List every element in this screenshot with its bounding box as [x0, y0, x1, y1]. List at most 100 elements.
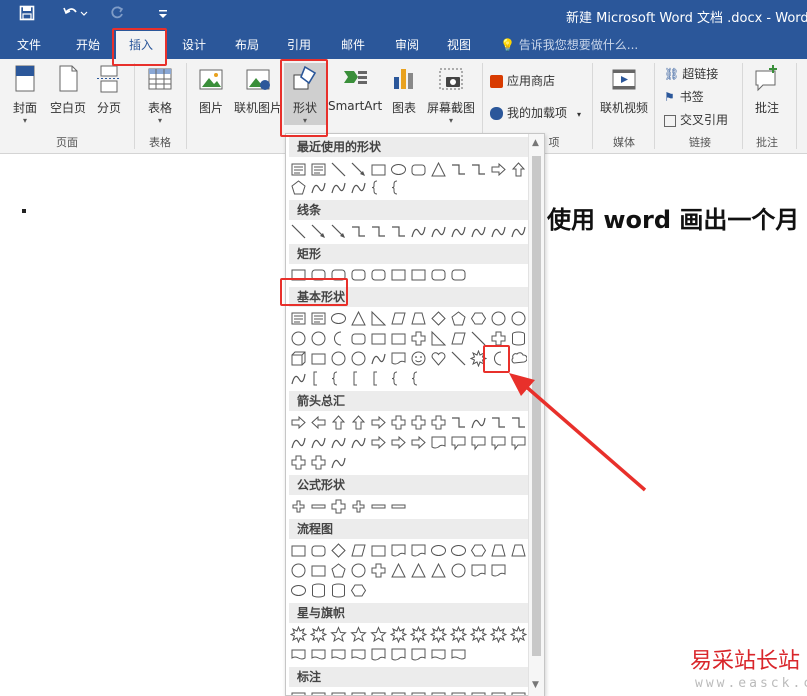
rrect-shape-icon[interactable] — [350, 330, 367, 347]
tab-insert[interactable]: 插入 — [116, 31, 166, 59]
tri-shape-icon[interactable] — [430, 161, 447, 178]
line-shape-icon[interactable] — [470, 330, 487, 347]
banner-shape-icon[interactable] — [290, 646, 307, 663]
oval-shape-icon[interactable] — [430, 542, 447, 559]
burst-shape-icon[interactable] — [409, 625, 428, 644]
oval-shape-icon[interactable] — [390, 161, 407, 178]
new-comment-button[interactable]: 批注 — [750, 63, 784, 116]
burst-shape-icon[interactable] — [309, 625, 328, 644]
rrect-shape-icon[interactable] — [450, 266, 467, 283]
curve-shape-icon[interactable] — [350, 179, 367, 196]
cover-page-button[interactable]: 封面 ▾ — [8, 63, 42, 125]
rrect-shape-icon[interactable] — [310, 266, 327, 283]
line-shape-icon[interactable] — [330, 161, 347, 178]
rrect-shape-icon[interactable] — [410, 161, 427, 178]
line-shape-icon[interactable] — [290, 223, 307, 240]
pent-shape-icon[interactable] — [450, 310, 467, 327]
banner-shape-icon[interactable] — [350, 646, 367, 663]
hex-shape-icon[interactable] — [470, 310, 487, 327]
cross-reference-button[interactable]: 交叉引用 — [664, 111, 728, 128]
arrow-shape-icon[interactable] — [410, 434, 427, 451]
curve-shape-icon[interactable] — [410, 223, 427, 240]
tab-review[interactable]: 审阅 — [386, 31, 428, 59]
doc-shape-icon[interactable] — [470, 562, 487, 579]
cross-shape-icon[interactable] — [330, 498, 347, 515]
curve-shape-icon[interactable] — [310, 434, 327, 451]
banner-shape-icon[interactable] — [310, 646, 327, 663]
rect-shape-icon[interactable] — [390, 266, 407, 283]
rect-shape-icon[interactable] — [370, 330, 387, 347]
smartart-button[interactable]: SmartArt — [328, 63, 382, 113]
doc-shape-icon[interactable] — [490, 562, 507, 579]
brace-shape-icon[interactable] — [390, 370, 407, 387]
brace-shape-icon[interactable] — [390, 179, 407, 196]
tab-mailings[interactable]: 邮件 — [332, 31, 374, 59]
banner-shape-icon[interactable] — [430, 646, 447, 663]
curve-shape-icon[interactable] — [310, 179, 327, 196]
arrow-shape-icon[interactable] — [370, 434, 387, 451]
rrect-shape-icon[interactable] — [370, 266, 387, 283]
tab-references[interactable]: 引用 — [278, 31, 320, 59]
minus-shape-icon[interactable] — [370, 498, 387, 515]
cross-shape-icon[interactable] — [370, 562, 387, 579]
banner-shape-icon[interactable] — [450, 646, 467, 663]
rect-shape-icon[interactable] — [310, 350, 327, 367]
para-shape-icon[interactable] — [450, 330, 467, 347]
callout-shape-icon[interactable] — [350, 690, 367, 695]
pent-shape-icon[interactable] — [290, 179, 307, 196]
arrow-shape-icon[interactable] — [370, 414, 387, 431]
doc-shape-icon[interactable] — [390, 646, 407, 663]
bracket-shape-icon[interactable] — [370, 370, 387, 387]
circ-shape-icon[interactable] — [290, 562, 307, 579]
curve-shape-icon[interactable] — [330, 434, 347, 451]
my-addins-button[interactable]: 我的加载项 ▾ — [490, 104, 581, 121]
burst-shape-icon[interactable] — [469, 349, 488, 368]
dia-shape-icon[interactable] — [430, 310, 447, 327]
pent-shape-icon[interactable] — [330, 562, 347, 579]
trap-shape-icon[interactable] — [410, 310, 427, 327]
burst-shape-icon[interactable] — [429, 625, 448, 644]
burst-shape-icon[interactable] — [449, 625, 468, 644]
cube-shape-icon[interactable] — [290, 350, 307, 367]
banner-shape-icon[interactable] — [330, 646, 347, 663]
burst-shape-icon[interactable] — [389, 625, 408, 644]
minus-shape-icon[interactable] — [390, 498, 407, 515]
chart-button[interactable]: 图表 — [386, 63, 422, 116]
tri-shape-icon[interactable] — [430, 562, 447, 579]
rrect-shape-icon[interactable] — [430, 266, 447, 283]
circ-shape-icon[interactable] — [350, 350, 367, 367]
arrow-shape-icon[interactable] — [390, 434, 407, 451]
picture-button[interactable]: 图片 — [194, 63, 228, 116]
customize-quick-access-icon[interactable] — [152, 5, 174, 25]
scroll-down-icon[interactable]: ▼ — [532, 680, 539, 690]
circ-shape-icon[interactable] — [290, 330, 307, 347]
rrect-shape-icon[interactable] — [330, 266, 347, 283]
curve-shape-icon[interactable] — [470, 414, 487, 431]
cyl-shape-icon[interactable] — [510, 330, 527, 347]
text-shape-icon[interactable] — [310, 310, 327, 327]
doc-shape-icon[interactable] — [430, 434, 447, 451]
curve-shape-icon[interactable] — [450, 223, 467, 240]
doc-shape-icon[interactable] — [370, 646, 387, 663]
burst-shape-icon[interactable] — [289, 625, 308, 644]
trap-shape-icon[interactable] — [490, 542, 507, 559]
cross-shape-icon[interactable] — [410, 414, 427, 431]
burst-shape-icon[interactable] — [469, 625, 488, 644]
tell-me-box[interactable]: 💡 告诉我您想要做什么... — [500, 31, 638, 59]
uarrow-shape-icon[interactable] — [510, 161, 527, 178]
bookmark-button[interactable]: ⚑ 书签 — [664, 88, 704, 105]
curve-shape-icon[interactable] — [290, 370, 307, 387]
arrow-shape-icon[interactable] — [290, 414, 307, 431]
tri-shape-icon[interactable] — [390, 562, 407, 579]
doc-shape-icon[interactable] — [390, 542, 407, 559]
document-heading[interactable]: 使用 word 画出一个月 — [547, 200, 799, 235]
circ-shape-icon[interactable] — [330, 350, 347, 367]
tab-design[interactable]: 设计 — [172, 31, 216, 59]
curve-shape-icon[interactable] — [370, 350, 387, 367]
arrow-shape-icon[interactable] — [490, 161, 507, 178]
curve-shape-icon[interactable] — [350, 434, 367, 451]
rect-shape-icon[interactable] — [290, 542, 307, 559]
elbow-shape-icon[interactable] — [370, 223, 387, 240]
burst-shape-icon[interactable] — [489, 625, 508, 644]
tab-view[interactable]: 视图 — [438, 31, 480, 59]
